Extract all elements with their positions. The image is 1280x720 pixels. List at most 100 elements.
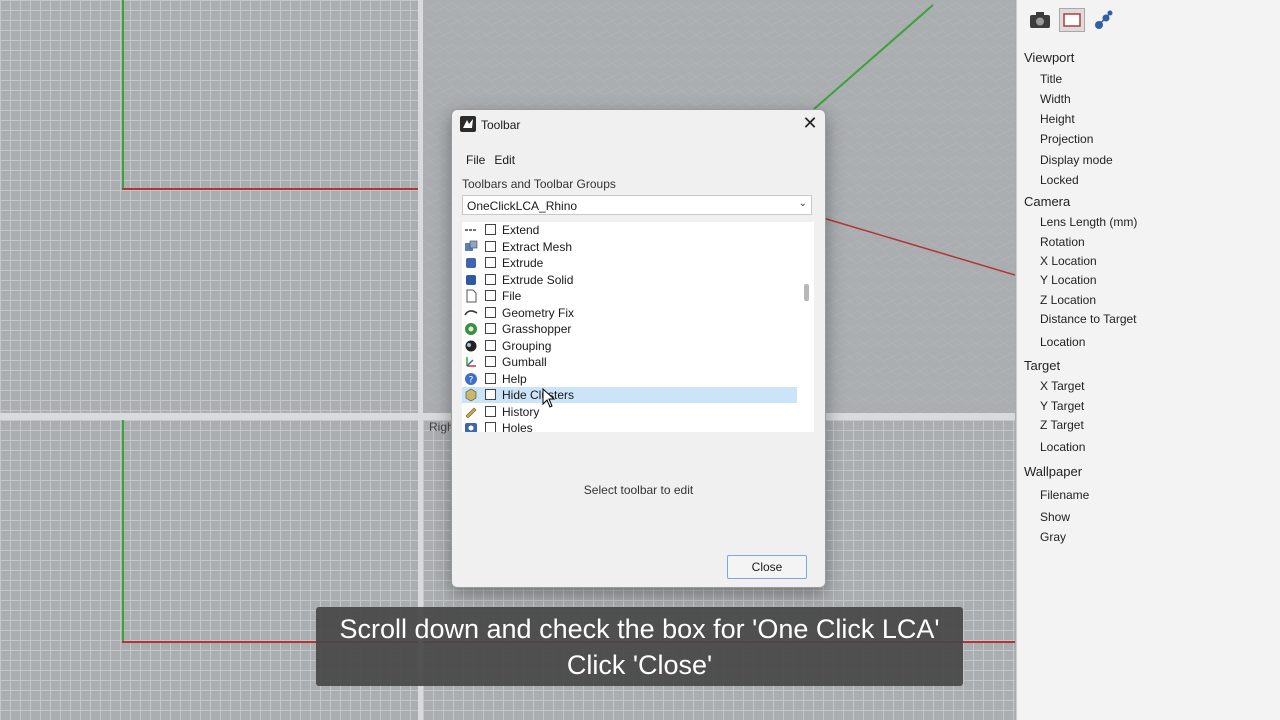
list-item[interactable]: Gumball (462, 354, 797, 370)
toolbar-checkbox[interactable] (485, 372, 496, 384)
list-item[interactable]: Grouping (462, 338, 797, 354)
prop-z-target: Z Target (1040, 418, 1084, 432)
geometry-fix-icon (464, 306, 478, 320)
close-button[interactable]: Close (727, 555, 807, 579)
x-axis-line (122, 188, 418, 190)
toolbar-name: Help (502, 371, 527, 386)
list-item[interactable]: Extend (462, 222, 797, 238)
list-item-selected[interactable]: Hide Clusters (462, 387, 797, 403)
dialog-title: Toolbar (481, 118, 521, 132)
close-icon[interactable]: ✕ (801, 114, 819, 132)
svg-text:?: ? (469, 375, 474, 385)
prop-show: Show (1040, 510, 1071, 524)
help-icon: ? (464, 372, 478, 386)
prop-y-target: Y Target (1040, 399, 1085, 413)
history-icon (464, 405, 478, 419)
camera-icon[interactable] (1027, 8, 1053, 32)
y-axis-line (122, 0, 124, 190)
prop-x-target: X Target (1040, 379, 1085, 393)
panel-tabs (1027, 8, 1117, 32)
toolbar-name: Gumball (502, 355, 547, 369)
extract-mesh-icon (464, 240, 478, 254)
section-wallpaper: Wallpaper (1024, 464, 1083, 479)
toolbar-list[interactable]: Extend Extract Mesh Extrude Extrude Soli… (462, 222, 814, 432)
gumball-icon (464, 355, 478, 369)
edit-hint: Select toolbar to edit (583, 483, 694, 497)
toolbar-file-dropdown[interactable]: OneClickLCA_Rhino ⌄ (462, 195, 812, 215)
toolbar-name: Holes (502, 421, 533, 432)
section-target: Target (1024, 358, 1061, 373)
toolbar-checkbox[interactable] (485, 339, 496, 351)
prop-lens-length: Lens Length (mm) (1040, 215, 1138, 229)
toolbar-checkbox[interactable] (485, 290, 496, 301)
caption-line-1: Scroll down and check the box for 'One C… (339, 614, 940, 644)
list-item[interactable]: Extrude Solid (462, 272, 797, 288)
toolbar-dialog: Toolbar ✕ File Edit Toolbars and Toolbar… (451, 109, 826, 588)
grasshopper-icon (464, 322, 478, 336)
list-item[interactable]: File (462, 288, 797, 304)
holes-icon (464, 421, 478, 432)
toolbar-checkbox[interactable] (485, 257, 496, 268)
list-item[interactable]: Grasshopper (462, 321, 797, 337)
extrude-icon (464, 256, 478, 270)
extrude-solid-icon (464, 273, 478, 287)
prop-locked: Locked (1040, 173, 1079, 187)
toolbar-name: History (502, 404, 540, 419)
extend-icon (464, 223, 478, 237)
toolbar-checkbox[interactable] (485, 389, 496, 400)
prop-x-location: X Location (1040, 254, 1097, 268)
tutorial-caption: Scroll down and check the box for 'One C… (316, 607, 963, 686)
toolbar-checkbox[interactable] (485, 240, 496, 252)
file-icon (464, 289, 478, 303)
toolbar-checkbox[interactable] (485, 405, 496, 417)
toolbar-name: Geometry Fix (502, 305, 575, 320)
properties-panel: Viewport Title Width Height Projection D… (1016, 0, 1280, 720)
toolbar-checkbox[interactable] (485, 306, 496, 318)
toolbar-name: Grasshopper (502, 322, 572, 336)
toolbar-name: File (502, 289, 522, 303)
toolbar-checkbox[interactable] (485, 422, 496, 432)
prop-filename: Filename (1040, 488, 1090, 502)
prop-rotation: Rotation (1040, 235, 1085, 249)
menu-file[interactable]: File (466, 153, 485, 167)
viewport-top[interactable] (0, 0, 418, 413)
prop-width: Width (1040, 92, 1071, 106)
dropdown-value: OneClickLCA_Rhino (467, 199, 578, 213)
prop-camera-location: Location (1040, 335, 1086, 349)
prop-gray: Gray (1040, 530, 1067, 544)
prop-height: Height (1040, 112, 1075, 126)
list-item[interactable]: ? Help (462, 371, 797, 387)
prop-title: Title (1040, 72, 1063, 86)
toolbar-name: Grouping (502, 338, 552, 353)
toolbar-name: Hide Clusters (502, 388, 575, 402)
list-item[interactable]: History (462, 404, 797, 420)
y-axis-line (122, 420, 124, 642)
prop-z-location: Z Location (1040, 293, 1097, 307)
hide-clusters-icon (464, 388, 478, 402)
section-viewport: Viewport (1024, 50, 1075, 65)
chevron-down-icon: ⌄ (798, 198, 807, 209)
list-item[interactable]: Extrude (462, 255, 797, 271)
toolbar-checkbox[interactable] (485, 224, 496, 235)
section-camera: Camera (1024, 194, 1071, 209)
toolbar-name: Extrude Solid (502, 272, 574, 287)
menu-edit[interactable]: Edit (494, 153, 515, 167)
toolbar-checkbox[interactable] (485, 273, 496, 285)
display-icon[interactable] (1091, 8, 1117, 32)
groups-label: Toolbars and Toolbar Groups (462, 177, 616, 191)
prop-display-mode: Display mode (1040, 153, 1113, 167)
toolbar-name: Extrude (502, 256, 544, 270)
caption-line-2: Click 'Close' (566, 650, 713, 680)
viewport-label[interactable]: Righ (429, 420, 454, 434)
list-scrollbar-thumb[interactable] (804, 284, 809, 301)
mouse-cursor-icon (542, 387, 556, 411)
dialog-menu: File Edit (466, 153, 515, 167)
toolbar-name: Extract Mesh (502, 239, 573, 254)
list-item[interactable]: Geometry Fix (462, 305, 797, 321)
viewport-properties-icon[interactable] (1059, 8, 1085, 32)
prop-distance-to-target: Distance to Target (1040, 312, 1137, 326)
list-item[interactable]: Holes (462, 420, 797, 432)
toolbar-checkbox[interactable] (485, 356, 496, 367)
list-item[interactable]: Extract Mesh (462, 239, 797, 255)
toolbar-checkbox[interactable] (485, 323, 496, 334)
